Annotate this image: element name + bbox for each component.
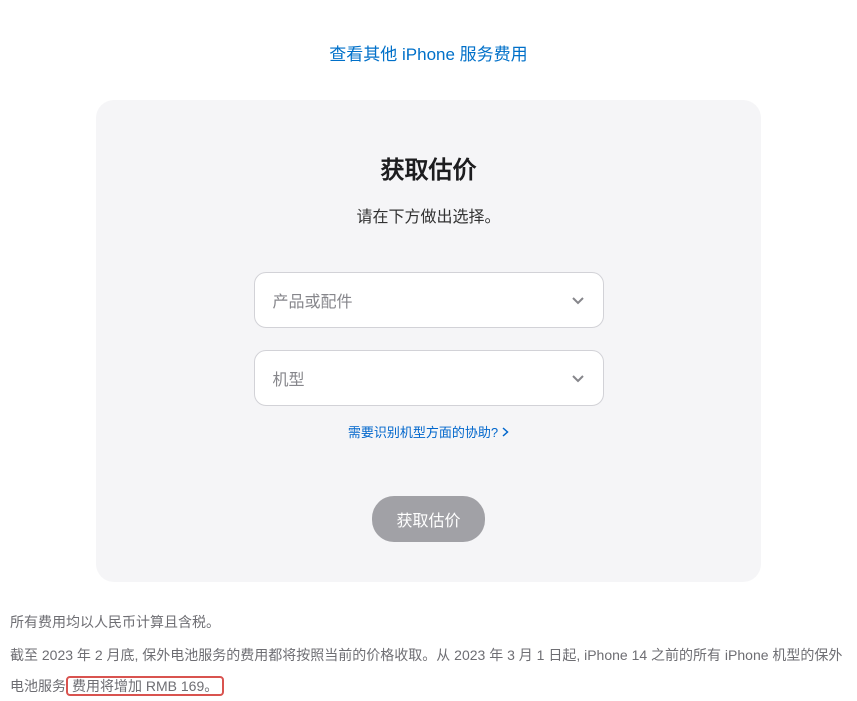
model-select-label: 机型 — [273, 366, 305, 390]
footer-text: 所有费用均以人民币计算且含税。 截至 2023 年 2 月底, 保外电池服务的费… — [10, 582, 847, 701]
chevron-down-icon — [571, 371, 585, 385]
chevron-right-icon — [502, 427, 509, 437]
footer-line-2: 截至 2023 年 2 月底, 保外电池服务的费用都将按照当前的价格收取。从 2… — [10, 640, 847, 701]
product-select[interactable]: 产品或配件 — [254, 272, 604, 328]
card-subtitle: 请在下方做出选择。 — [136, 203, 721, 227]
identify-model-help-link[interactable]: 需要识别机型方面的协助? — [348, 422, 509, 441]
other-services-link[interactable]: 查看其他 iPhone 服务费用 — [329, 45, 527, 64]
button-wrapper: 获取估价 — [136, 496, 721, 542]
page-container: 查看其他 iPhone 服务费用 获取估价 请在下方做出选择。 产品或配件 机型… — [0, 0, 857, 701]
model-select[interactable]: 机型 — [254, 350, 604, 406]
get-estimate-button[interactable]: 获取估价 — [372, 496, 484, 542]
top-link-wrapper: 查看其他 iPhone 服务费用 — [10, 40, 847, 65]
footer-line-1: 所有费用均以人民币计算且含税。 — [10, 607, 847, 638]
estimate-card: 获取估价 请在下方做出选择。 产品或配件 机型 需要识别机型方面的协助? 获取估… — [96, 100, 761, 582]
footer-highlight: 费用将增加 RMB 169。 — [66, 676, 224, 696]
help-link-label: 需要识别机型方面的协助? — [348, 422, 498, 441]
chevron-down-icon — [571, 293, 585, 307]
card-title: 获取估价 — [136, 150, 721, 185]
product-select-label: 产品或配件 — [273, 288, 353, 312]
